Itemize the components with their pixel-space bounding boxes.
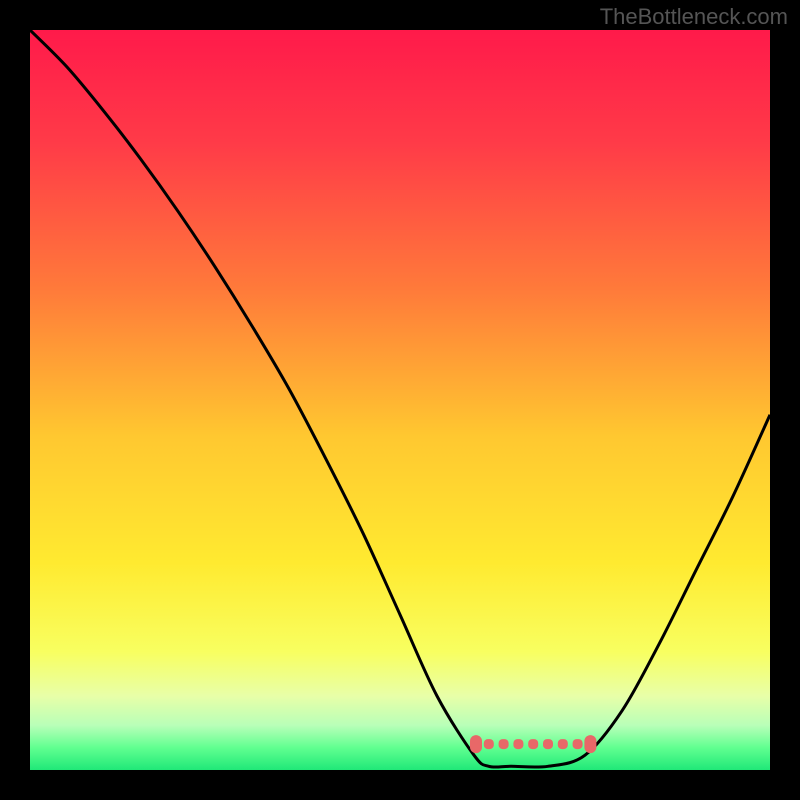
chart-container: TheBottleneck.com xyxy=(0,0,800,800)
watermark-text: TheBottleneck.com xyxy=(600,4,788,30)
plot-area xyxy=(30,30,770,770)
gradient-background xyxy=(30,30,770,770)
chart-svg xyxy=(30,30,770,770)
